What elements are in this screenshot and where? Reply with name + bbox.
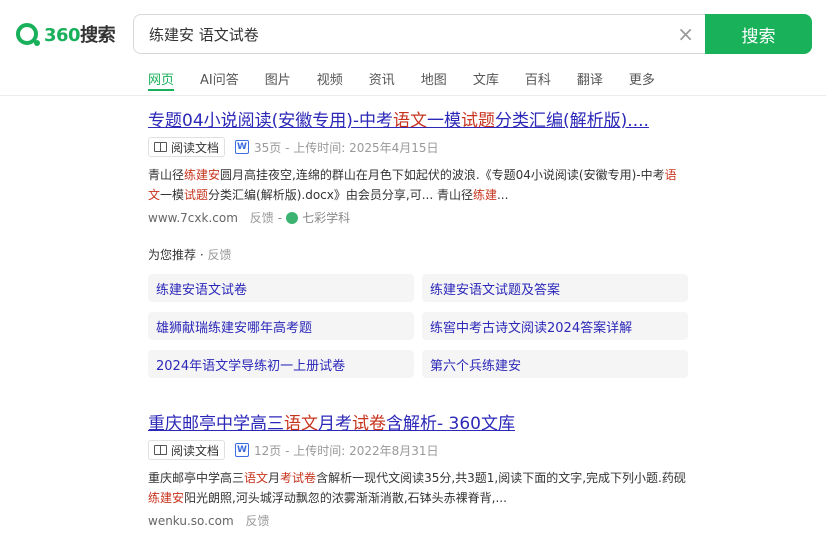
logo-mark-icon [16,23,40,46]
word-doc-icon: W [235,443,250,457]
tab-video[interactable]: 视频 [317,69,343,91]
site-name[interactable]: 七彩学科 [302,209,350,226]
tab-images[interactable]: 图片 [265,69,291,91]
tab-more[interactable]: 更多 [629,69,655,91]
recommend-item[interactable]: 练建安语文试卷 [148,274,414,302]
tab-translate[interactable]: 翻译 [577,69,603,91]
result-snippet: 重庆邮亭中学高三语文月考试卷含解析一现代文阅读35分,共3题1,阅读下面的文字,… [148,471,686,505]
site-icon [286,211,299,224]
result-title-link[interactable]: 重庆邮亭中学高三语文月考试卷含解析- 360文库 [148,413,688,435]
recommend-item[interactable]: 练建安语文试题及答案 [422,274,688,302]
word-doc-icon: W [235,140,250,154]
result-title-link[interactable]: 专题04小说阅读(安徽专用)-中考语文一模试题分类汇编(解析版).... [148,110,688,132]
doc-pages-date: 12页 - 上传时间: 2022年8月31日 [254,443,439,458]
search-button[interactable]: 搜索 [705,14,812,54]
feedback-link[interactable]: 反馈 [245,512,269,529]
search-result: 重庆邮亭中学高三语文月考试卷含解析- 360文库 阅读文档 W 12页 - 上传… [148,413,688,529]
tab-news[interactable]: 资讯 [369,69,395,91]
result-meta: 阅读文档 W 12页 - 上传时间: 2022年8月31日 [148,440,688,460]
tab-map[interactable]: 地图 [421,69,447,91]
clear-icon[interactable]: × [677,24,694,44]
doc-pages-date: 35页 - 上传时间: 2025年4月15日 [254,140,439,155]
book-icon [154,445,167,455]
header-divider [0,95,826,96]
source-url[interactable]: wenku.so.com [148,514,234,528]
logo[interactable]: 360搜索 [16,22,116,46]
read-doc-tag[interactable]: 阅读文档 [148,440,226,460]
recommendations: 为您推荐 · 反馈 练建安语文试卷 练建安语文试题及答案 雄狮献瑞练建安哪年高考… [148,246,688,378]
feedback-link[interactable]: 反馈 [250,209,274,226]
recommend-header: 为您推荐 · 反馈 [148,248,232,262]
result-source: www.7cxk.com 反馈 - 七彩学科 [148,209,351,226]
recommend-item[interactable]: 练窖中考古诗文阅读2024答案详解 [422,312,688,340]
recommend-item[interactable]: 雄狮献瑞练建安哪年高考题 [148,312,414,340]
source-url[interactable]: www.7cxk.com [148,211,238,225]
recommend-feedback[interactable]: 反馈 [207,248,231,262]
tab-baike[interactable]: 百科 [525,69,551,91]
tab-web[interactable]: 网页 [148,69,175,91]
result-snippet: 青山径练建安圆月高挂夜空,连绵的群山在月色下如起伏的波浪.《专题04小说阅读(安… [148,168,677,202]
logo-text: 360搜索 [44,25,116,46]
search-input[interactable] [149,25,669,43]
read-doc-tag[interactable]: 阅读文档 [148,137,226,157]
result-meta: 阅读文档 W 35页 - 上传时间: 2025年4月15日 [148,137,688,157]
tab-ai-qa[interactable]: AI问答 [200,69,239,91]
nav-tabs: 网页 AI问答 图片 视频 资讯 地图 文库 百科 翻译 更多 [148,69,681,91]
recommend-grid: 练建安语文试卷 练建安语文试题及答案 雄狮献瑞练建安哪年高考题 练窖中考古诗文阅… [148,274,688,378]
recommend-item[interactable]: 2024年语文学导练初一上册试卷 [148,350,414,378]
search-box: × [133,14,706,54]
search-result: 专题04小说阅读(安徽专用)-中考语文一模试题分类汇编(解析版).... 阅读文… [148,110,688,226]
tab-library[interactable]: 文库 [473,69,499,91]
result-source: wenku.so.com 反馈 [148,512,688,529]
book-icon [154,142,167,152]
recommend-item[interactable]: 第六个兵练建安 [422,350,688,378]
